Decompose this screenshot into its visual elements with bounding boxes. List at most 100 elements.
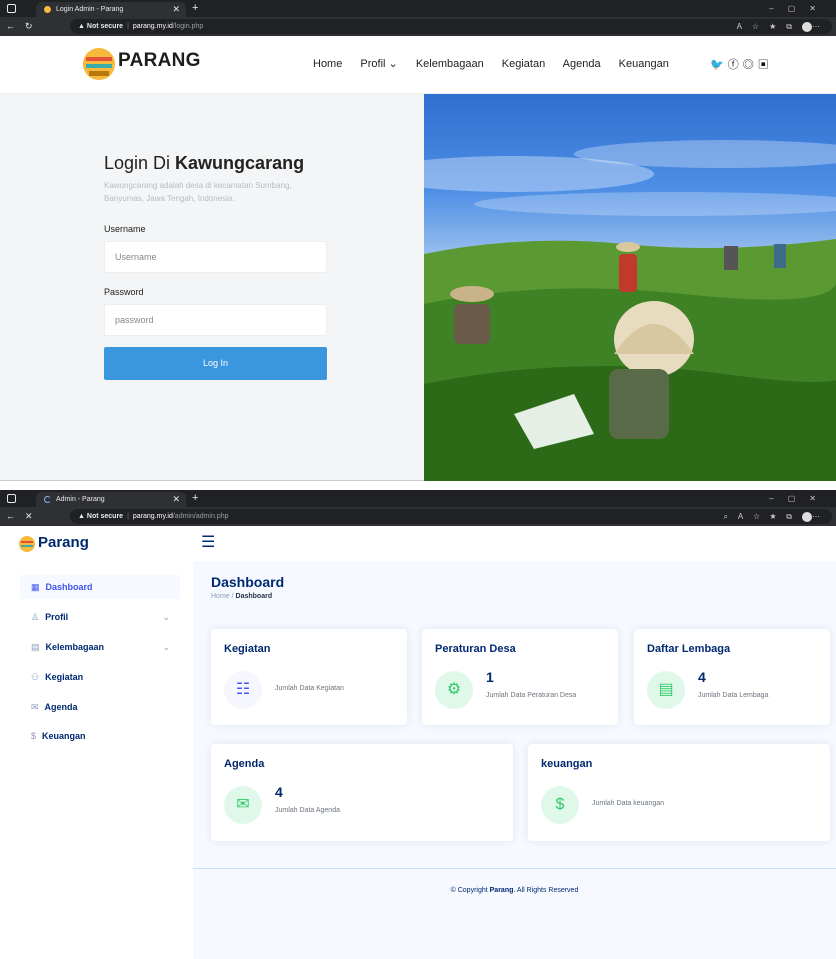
login-heading: Login Di Kawungcarang: [104, 153, 305, 173]
sidebar: ▦ Dashboard ♙ Profil ⌄ ▤ Kelembagaan ⌄ ⚇ Kegia…: [0, 561, 193, 959]
sidebar-item-kelembagaan[interactable]: ▤ Kelembagaan ⌄: [20, 635, 180, 659]
window-gap: [0, 481, 836, 490]
chevron-down-icon: ⌄: [162, 642, 170, 652]
tab-title: Admin - Parang: [56, 496, 105, 503]
password-label: Password: [104, 287, 144, 297]
login-description: Kawungcarang adalah desa di kecamatan Su…: [104, 181, 292, 203]
card-label: Jumlah Data Agenda: [275, 807, 340, 814]
card-daftar-lembaga: Daftar Lembaga ▤ 4 Jumlah Data Lembaga: [634, 629, 830, 725]
login-section: Login Di Kawungcarang Kawungcarang adala…: [0, 94, 836, 481]
document-icon: ▤: [647, 671, 685, 709]
nav-buttons[interactable]: ←↻: [6, 17, 43, 36]
close-tab-icon[interactable]: ✕: [172, 492, 180, 507]
twitter-icon[interactable]: 🐦: [710, 59, 728, 71]
close-tab-icon[interactable]: ✕: [172, 2, 180, 17]
username-label: Username: [104, 224, 146, 234]
breadcrumb: Home / Dashboard: [211, 593, 273, 600]
tab-bar: Login Admin - Parang ✕ + –▢✕: [0, 0, 836, 17]
browser-tab[interactable]: Admin - Parang ✕: [36, 492, 186, 507]
window-controls[interactable]: –▢✕: [769, 0, 830, 17]
instagram-icon[interactable]: ◎: [743, 59, 758, 71]
profile-avatar[interactable]: [802, 511, 812, 522]
warning-icon: ▲: [78, 23, 85, 30]
hamburger-menu-icon[interactable]: ☰: [201, 532, 215, 552]
url-field[interactable]: ▲ Not secure | parang.my.id/login.php: [70, 19, 832, 34]
login-button[interactable]: Log In: [104, 347, 327, 380]
dollar-icon: $: [31, 731, 37, 741]
nav-buttons[interactable]: ←✕: [6, 507, 43, 526]
card-kegiatan: Kegiatan ☷ Jumlah Data Kegiatan: [211, 629, 407, 725]
card-title: Kegiatan: [224, 643, 271, 655]
profile-avatar[interactable]: [802, 21, 812, 32]
card-title: Peraturan Desa: [435, 643, 516, 655]
menu-agenda[interactable]: Agenda: [563, 58, 601, 70]
parang-logo-icon[interactable]: [19, 536, 35, 552]
sidebar-item-agenda[interactable]: ✉ Agenda: [20, 695, 180, 719]
linkedin-icon[interactable]: ▣: [758, 59, 773, 71]
tab-title: Login Admin - Parang: [56, 6, 124, 13]
url-path: /login.php: [172, 23, 204, 30]
card-label: Jumlah Data Peraturan Desa: [486, 692, 577, 699]
card-count: 1: [486, 669, 494, 685]
new-tab-icon[interactable]: +: [192, 0, 198, 17]
admin-brand[interactable]: Parang: [38, 534, 89, 551]
menu-kelembagaan[interactable]: Kelembagaan: [416, 58, 484, 70]
main-content: Dashboard Home / Dashboard Kegiatan ☷ Ju…: [193, 561, 836, 959]
tab-actions-icon[interactable]: [7, 4, 16, 13]
people-icon: ⚇: [31, 672, 40, 682]
card-keuangan: keuangan $ Jumlah Data keuangan: [528, 744, 830, 841]
card-agenda: Agenda ✉ 4 Jumlah Data Agenda: [211, 744, 513, 841]
admin-header: Parang ☰: [0, 526, 836, 561]
window-controls[interactable]: –▢✕: [769, 490, 830, 507]
card-count: 4: [275, 784, 283, 800]
card-peraturan-desa: Peraturan Desa ⚙ 1 Jumlah Data Peraturan…: [422, 629, 618, 725]
password-input[interactable]: password: [104, 304, 327, 336]
tea-field-photo: [424, 94, 836, 481]
person-icon: ♙: [31, 612, 40, 622]
tea-pickers-illustration: [424, 140, 836, 481]
people-list-icon: ☷: [224, 671, 262, 709]
address-bar: ←✕ ▲ Not secure | parang.my.id/admin/admin…: [0, 507, 836, 526]
sidebar-item-profil[interactable]: ♙ Profil ⌄: [20, 605, 180, 629]
warning-icon: ▲: [78, 513, 85, 520]
facebook-icon[interactable]: ⓕ: [728, 59, 743, 71]
card-title: Daftar Lembaga: [647, 643, 731, 655]
main-menu: Home Profil ⌄ Kelembagaan Kegiatan Agend…: [313, 57, 684, 70]
url-field[interactable]: ▲ Not secure | parang.my.id/admin/admin.ph…: [70, 509, 832, 524]
chevron-down-icon: ⌄: [162, 612, 170, 622]
gear-icon: ⚙: [435, 671, 473, 709]
page-title: Dashboard: [211, 574, 285, 590]
sidebar-item-kegiatan[interactable]: ⚇ Kegiatan: [20, 665, 180, 689]
envelope-icon: ✉: [31, 702, 39, 712]
breadcrumb-home[interactable]: Home: [211, 593, 230, 600]
site-favicon-icon: [44, 6, 51, 13]
social-links: 🐦ⓕ◎▣: [710, 56, 773, 72]
card-label: Jumlah Data Lembaga: [698, 692, 769, 699]
dollar-icon: $: [541, 786, 579, 824]
menu-profil[interactable]: Profil ⌄: [360, 58, 397, 70]
login-browser-window: Login Admin - Parang ✕ + –▢✕ ←↻ ▲ Not se…: [0, 0, 836, 481]
footer-copyright: © Copyright Parang. All Rights Reserved: [450, 887, 579, 894]
footer-divider: [193, 868, 836, 869]
url-path: /admin/admin.php: [172, 513, 229, 520]
tab-actions-icon[interactable]: [7, 494, 16, 503]
sidebar-item-keuangan[interactable]: $ Keuangan: [20, 724, 180, 748]
card-title: Agenda: [224, 758, 265, 770]
new-tab-icon[interactable]: +: [192, 490, 198, 507]
browser-toolbar-icons[interactable]: A☆★⧉ ⋯: [737, 17, 830, 36]
card-label: Jumlah Data Kegiatan: [275, 685, 344, 692]
browser-tab[interactable]: Login Admin - Parang ✕: [36, 2, 186, 17]
menu-home[interactable]: Home: [313, 58, 342, 70]
site-brand[interactable]: PARANG: [118, 50, 201, 72]
browser-toolbar-icons[interactable]: ⌕A☆★⧉ ⋯: [723, 507, 830, 526]
username-input[interactable]: Username: [104, 241, 327, 273]
security-label: Not secure: [86, 513, 124, 520]
card-count: 4: [698, 669, 706, 685]
sidebar-item-dashboard[interactable]: ▦ Dashboard: [20, 575, 180, 599]
tab-bar: Admin - Parang ✕ + –▢✕: [0, 490, 836, 507]
loading-spinner-icon: [44, 496, 51, 503]
menu-kegiatan[interactable]: Kegiatan: [502, 58, 545, 70]
card-label: Jumlah Data keuangan: [592, 800, 664, 807]
parang-logo-icon[interactable]: [83, 48, 115, 80]
menu-keuangan[interactable]: Keuangan: [619, 58, 669, 70]
